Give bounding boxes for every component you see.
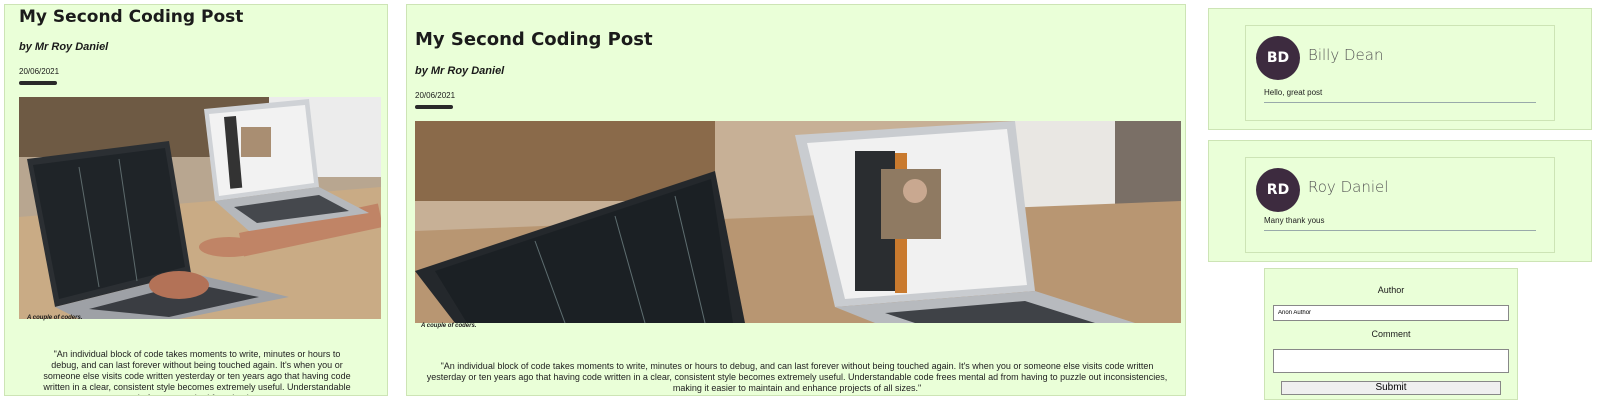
comment-form: Author Comment Submit	[1264, 268, 1518, 400]
comment-label: Comment	[1371, 329, 1411, 339]
title-divider	[19, 81, 57, 85]
avatar: BD	[1256, 36, 1300, 80]
author-field[interactable]	[1273, 305, 1509, 321]
comment-divider	[1264, 102, 1536, 103]
post-panel-wide: My Second Coding Post by Mr Roy Daniel 2…	[406, 4, 1186, 396]
post-body: "An individual block of code takes momen…	[426, 361, 1168, 393]
image-caption: A couple of coders.	[27, 315, 83, 321]
comment-text: Hello, great post	[1264, 88, 1323, 97]
post-date: 20/06/2021	[19, 67, 60, 76]
post-author: by Mr Roy Daniel	[19, 41, 109, 53]
title-divider	[415, 105, 453, 109]
laptops-photo	[415, 121, 1181, 323]
post-author: by Mr Roy Daniel	[415, 65, 505, 77]
post-panel-narrow: My Second Coding Post by Mr Roy Daniel 2…	[4, 4, 388, 396]
comment-author: Roy Daniel	[1308, 178, 1389, 196]
author-label: Author	[1377, 285, 1405, 295]
laptops-photo	[19, 97, 381, 319]
comment-field[interactable]	[1273, 349, 1509, 373]
comment-divider	[1264, 230, 1536, 231]
post-image	[19, 97, 381, 319]
comment-card: BD Billy Dean Hello, great post	[1245, 25, 1555, 121]
comment-text: Many thank yous	[1264, 216, 1325, 225]
post-title: My Second Coding Post	[415, 29, 653, 50]
post-image	[415, 121, 1181, 323]
submit-button[interactable]: Submit	[1281, 381, 1501, 395]
image-caption: A couple of coders.	[421, 323, 477, 329]
post-body: "An individual block of code takes momen…	[43, 349, 351, 395]
comment-panel: BD Billy Dean Hello, great post	[1208, 8, 1592, 130]
avatar: RD	[1256, 168, 1300, 212]
post-date: 20/06/2021	[415, 91, 456, 100]
comment-author: Billy Dean	[1308, 46, 1384, 64]
comment-panel: RD Roy Daniel Many thank yous	[1208, 140, 1592, 262]
comment-card: RD Roy Daniel Many thank yous	[1245, 157, 1555, 253]
post-title: My Second Coding Post	[19, 7, 244, 27]
